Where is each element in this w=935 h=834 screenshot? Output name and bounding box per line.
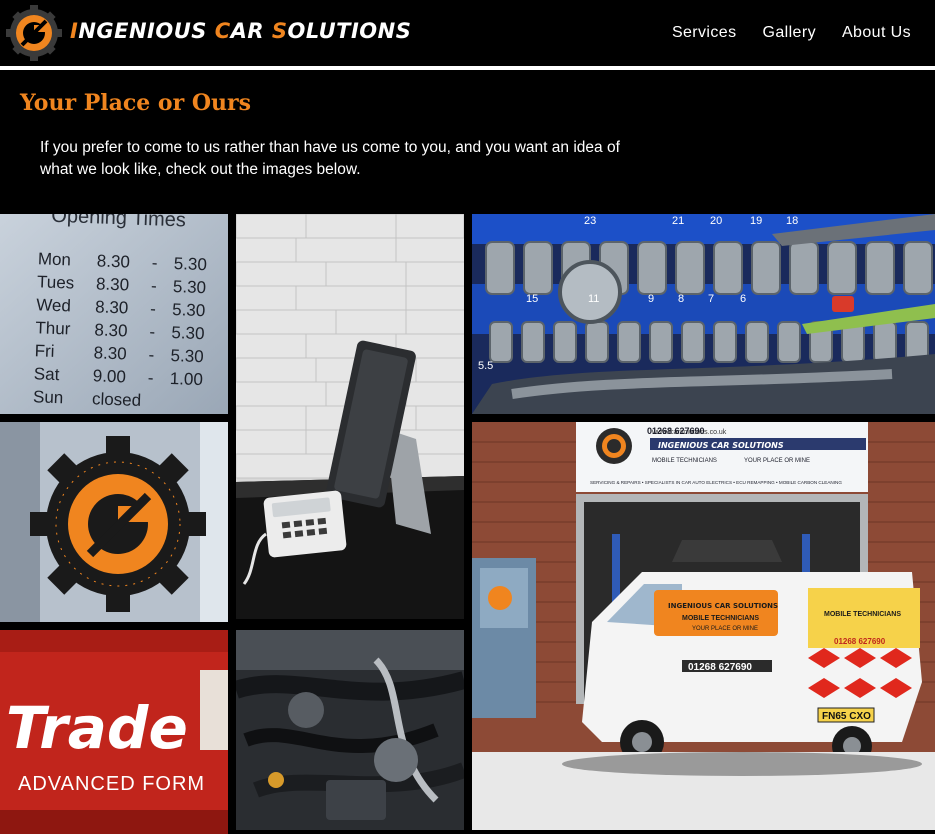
brand-word: OLUTIONS	[287, 19, 412, 43]
socket	[675, 241, 705, 295]
opening-times-close: 5.30	[171, 323, 205, 343]
sign-tagline-left: MOBILE TECHNICIANS	[652, 458, 717, 464]
sign-name: INGENIOUS CAR SOLUTIONS	[658, 441, 784, 450]
opening-times-open: 8.30	[95, 297, 129, 317]
socket-size-label: 18	[786, 215, 798, 227]
gallery-photo-socket-set[interactable]: 23 21 20 19 18 15 11 9 8 7 6 5.5	[472, 214, 935, 414]
intro-paragraph: If you prefer to come to us rather than …	[40, 139, 620, 178]
gallery-photo-logo-sticker[interactable]	[0, 422, 228, 622]
opening-times-day: Thur	[35, 318, 71, 338]
opening-times-sep: -	[151, 253, 157, 272]
nav-services[interactable]: Services	[672, 24, 737, 42]
brand-word: NGENIOUS	[78, 19, 215, 43]
van-rear-phone: 01268 627690	[834, 637, 886, 646]
socket	[649, 321, 673, 363]
gallery-photo-oil-drum[interactable]: Trade ADVANCED FORM	[0, 630, 228, 834]
opening-times-sep: -	[151, 276, 157, 295]
van-plate: FN65 CXO	[822, 711, 871, 722]
socket	[865, 241, 895, 295]
socket-size-label: 5.5	[478, 360, 493, 372]
opening-times-open: 8.30	[97, 251, 131, 271]
socket	[617, 321, 641, 363]
opening-times-sep: -	[150, 299, 156, 318]
socket-size-label: 8	[678, 293, 684, 305]
opening-times-close: 5.30	[170, 346, 204, 366]
socket	[637, 241, 667, 295]
socket-size-label: 21	[672, 215, 684, 227]
van-line3: YOUR PLACE OR MINE	[692, 626, 758, 632]
socket-size-label: 6	[740, 293, 746, 305]
opening-times-day: Wed	[36, 295, 71, 315]
van-line1: INGENIOUS CAR SOLUTIONS	[668, 602, 778, 610]
socket-size-label: 15	[526, 293, 538, 305]
header-divider	[0, 66, 935, 70]
opening-times-open: 8.30	[94, 320, 128, 340]
van-rear-title: MOBILE TECHNICIANS	[824, 611, 901, 618]
socket	[713, 241, 743, 295]
page-title: Your Place or Ours	[20, 90, 251, 116]
socket	[585, 321, 609, 363]
site-header: INGENIOUS CAR SOLUTIONS Services Gallery…	[0, 0, 935, 66]
socket-size-label: 19	[750, 215, 762, 227]
opening-times-open: 8.30	[93, 343, 127, 363]
socket	[827, 241, 857, 295]
brand-letter: S	[271, 19, 288, 43]
nav-about-us[interactable]: About Us	[842, 24, 911, 42]
opening-times-close: 5.30	[173, 254, 207, 274]
opening-times-open: 8.30	[96, 274, 130, 294]
main-nav: Services Gallery About Us	[672, 24, 911, 42]
socket-size-label: 20	[710, 215, 722, 227]
van-line2: MOBILE TECHNICIANS	[682, 615, 759, 622]
opening-times-sep: -	[149, 322, 155, 341]
socket	[777, 321, 801, 363]
opening-times-day: Mon	[38, 249, 72, 269]
opening-times-close: 1.00	[169, 369, 203, 389]
socket-size-label: 7	[708, 293, 714, 305]
sign-tagline-right: YOUR PLACE OR MINE	[744, 458, 810, 464]
socket	[751, 241, 781, 295]
socket	[903, 241, 933, 295]
opening-times-open: closed	[92, 389, 142, 410]
socket	[745, 321, 769, 363]
socket	[489, 321, 513, 363]
socket	[713, 321, 737, 363]
opening-times-sep: -	[148, 345, 154, 364]
opening-times-open: 9.00	[92, 366, 126, 386]
opening-times-day: Fri	[34, 341, 54, 361]
gallery-photo-workshop-van[interactable]: www.icarsolutions.co.uk 01268 627690 ING…	[472, 422, 935, 830]
sign-phone: 01268 627690	[647, 426, 705, 436]
sign-services: SERVICING & REPAIRS • SPECIALISTS IN CAR…	[590, 480, 842, 485]
gallery-photo-card-reader[interactable]	[236, 214, 464, 619]
brand-letter: C	[214, 19, 231, 43]
opening-times-sep: -	[147, 368, 153, 387]
oil-brand-text: Trade	[6, 694, 188, 762]
gallery-photo-engine-bay[interactable]	[236, 630, 464, 830]
opening-times-close: 5.30	[173, 277, 207, 297]
socket	[523, 241, 553, 295]
socket	[521, 321, 545, 363]
opening-times-day: Tues	[37, 272, 75, 292]
socket	[681, 321, 705, 363]
opening-times-close: 5.30	[172, 300, 206, 320]
socket-size-label: 23	[584, 215, 596, 227]
socket	[553, 321, 577, 363]
opening-times-day: Sun	[33, 387, 64, 407]
logo-gear-icon[interactable]	[6, 5, 62, 61]
oil-sub-text: ADVANCED FORM	[18, 773, 205, 795]
gallery-photo-opening-times[interactable]: Opening Times Mon 8.30-5.30 Tues 8.30-5.30 W…	[0, 214, 228, 414]
brand-name[interactable]: INGENIOUS CAR SOLUTIONS	[70, 19, 411, 43]
socket	[789, 241, 819, 295]
socket	[485, 241, 515, 295]
nav-gallery[interactable]: Gallery	[763, 24, 816, 42]
van-phone: 01268 627690	[688, 662, 752, 673]
socket-size-label: 11	[588, 293, 599, 305]
opening-times-day: Sat	[34, 364, 60, 384]
socket-size-label: 9	[648, 293, 654, 305]
large-socket	[558, 260, 622, 324]
brand-word: AR	[230, 19, 272, 43]
socket	[873, 321, 897, 363]
